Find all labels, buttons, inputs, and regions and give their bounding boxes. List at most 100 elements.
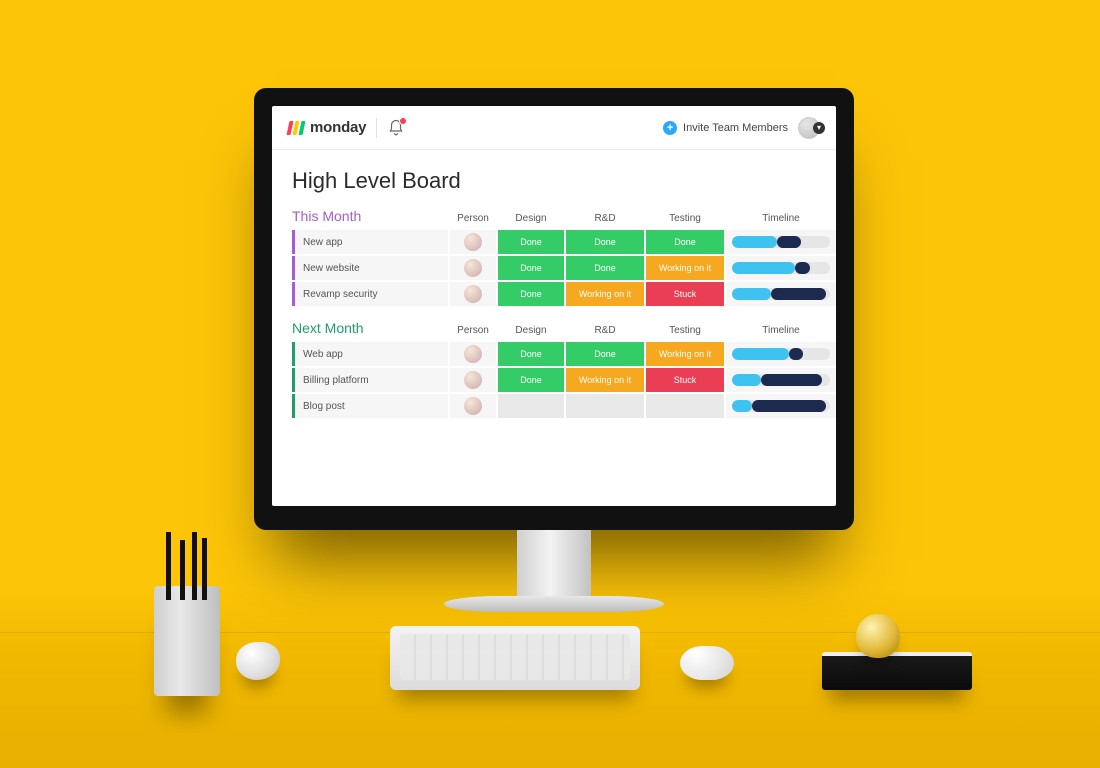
person-cell[interactable] <box>450 342 496 366</box>
person-cell[interactable] <box>450 368 496 392</box>
timeline-cell[interactable] <box>726 394 836 418</box>
person-avatar-icon <box>464 345 482 363</box>
table-row: New websiteDoneDoneWorking on it <box>292 256 816 280</box>
status-cell[interactable]: Done <box>498 282 564 306</box>
column-header-person[interactable]: Person <box>450 325 496 340</box>
column-header-testing[interactable]: Testing <box>646 325 724 340</box>
table-row: Blog post <box>292 394 816 418</box>
table-row: Billing platform DoneWorking on itStuck <box>292 368 816 392</box>
timeline-track <box>732 400 830 412</box>
task-name-cell[interactable]: Billing platform <box>292 368 448 392</box>
group-header: Next MonthPersonDesignR&DTestingTimeline… <box>292 320 816 340</box>
column-header-timeline[interactable]: Timeline <box>726 325 836 340</box>
timeline-bar-primary <box>732 236 777 248</box>
timeline-track <box>732 348 830 360</box>
column-header-rd[interactable]: R&D <box>566 213 644 228</box>
person-avatar-icon <box>464 371 482 389</box>
timeline-cell[interactable] <box>726 282 836 306</box>
status-cell[interactable]: Done <box>646 230 724 254</box>
person-cell[interactable] <box>450 230 496 254</box>
board-title: High Level Board <box>292 168 816 194</box>
mouse-prop <box>680 646 734 680</box>
status-cell[interactable]: Done <box>498 230 564 254</box>
plus-circle-icon: + <box>663 121 677 135</box>
status-cell[interactable]: Done <box>498 368 564 392</box>
group-purple: This MonthPersonDesignR&DTestingTimeline… <box>292 208 816 306</box>
group-title[interactable]: This Month <box>292 208 448 228</box>
app-header: monday + Invite Team Members ▾ <box>272 106 836 150</box>
status-cell[interactable]: Done <box>498 256 564 280</box>
column-header-design[interactable]: Design <box>498 213 564 228</box>
status-cell[interactable] <box>566 394 644 418</box>
status-cell[interactable]: Working on it <box>566 368 644 392</box>
task-name-cell[interactable]: Revamp security <box>292 282 448 306</box>
monitor-stand <box>517 530 591 600</box>
status-cell[interactable]: Done <box>566 342 644 366</box>
timeline-cell[interactable] <box>726 256 836 280</box>
person-cell[interactable] <box>450 282 496 306</box>
status-cell[interactable]: Stuck <box>646 368 724 392</box>
group-green: Next MonthPersonDesignR&DTestingTimeline… <box>292 320 816 418</box>
timeline-bar-primary <box>732 348 789 360</box>
invite-label: Invite Team Members <box>683 122 788 134</box>
person-avatar-icon <box>464 259 482 277</box>
notifications-button[interactable] <box>387 119 405 137</box>
column-header-person[interactable]: Person <box>450 213 496 228</box>
timeline-cell[interactable] <box>726 342 836 366</box>
timeline-bar-secondary <box>761 374 822 386</box>
timeline-bar-secondary <box>771 288 826 300</box>
group-title[interactable]: Next Month <box>292 320 448 340</box>
status-cell[interactable]: Done <box>566 230 644 254</box>
status-cell[interactable]: Working on it <box>566 282 644 306</box>
group-header: This MonthPersonDesignR&DTestingTimeline… <box>292 208 816 228</box>
skull-prop <box>856 614 900 658</box>
notebook-prop <box>822 652 972 690</box>
brand-logo[interactable]: monday <box>288 119 366 136</box>
timeline-track <box>732 236 830 248</box>
notification-dot-icon <box>399 117 407 125</box>
status-cell[interactable]: Stuck <box>646 282 724 306</box>
user-avatar[interactable]: ▾ <box>798 117 820 139</box>
brand-name: monday <box>310 119 366 136</box>
person-avatar-icon <box>464 397 482 415</box>
status-cell[interactable] <box>498 394 564 418</box>
timeline-track <box>732 262 830 274</box>
status-cell[interactable] <box>646 394 724 418</box>
status-cell[interactable]: Working on it <box>646 342 724 366</box>
app-screen: monday + Invite Team Members ▾ High Leve… <box>272 106 836 506</box>
table-row: Revamp security DoneWorking on itStuck <box>292 282 816 306</box>
timeline-bar-secondary <box>795 262 811 274</box>
column-header-rd[interactable]: R&D <box>566 325 644 340</box>
person-cell[interactable] <box>450 394 496 418</box>
status-cell[interactable]: Done <box>498 342 564 366</box>
person-cell[interactable] <box>450 256 496 280</box>
column-header-testing[interactable]: Testing <box>646 213 724 228</box>
task-name-cell[interactable]: New app <box>292 230 448 254</box>
timeline-bar-secondary <box>752 400 826 412</box>
timeline-cell[interactable] <box>726 368 836 392</box>
task-name-cell[interactable]: New website <box>292 256 448 280</box>
timeline-bar-secondary <box>789 348 803 360</box>
person-avatar-icon <box>464 233 482 251</box>
task-name-cell[interactable]: Web app <box>292 342 448 366</box>
chevron-down-icon: ▾ <box>813 122 825 134</box>
invite-members-button[interactable]: + Invite Team Members <box>663 121 788 135</box>
timeline-bar-primary <box>732 400 752 412</box>
table-row: New appDoneDoneDone <box>292 230 816 254</box>
timeline-cell[interactable] <box>726 230 836 254</box>
person-avatar-icon <box>464 285 482 303</box>
task-name-cell[interactable]: Blog post <box>292 394 448 418</box>
column-header-timeline[interactable]: Timeline <box>726 213 836 228</box>
pencil-cup-prop <box>154 586 220 696</box>
column-header-design[interactable]: Design <box>498 325 564 340</box>
timeline-bar-primary <box>732 288 771 300</box>
status-cell[interactable]: Done <box>566 256 644 280</box>
table-row: Web appDoneDoneWorking on it <box>292 342 816 366</box>
status-cell[interactable]: Working on it <box>646 256 724 280</box>
timeline-bar-primary <box>732 374 761 386</box>
brand-logo-icon <box>287 121 306 135</box>
timeline-track <box>732 374 830 386</box>
keyboard-prop <box>390 626 640 690</box>
board-body: High Level Board This MonthPersonDesignR… <box>272 150 836 440</box>
timeline-bar-secondary <box>777 236 801 248</box>
